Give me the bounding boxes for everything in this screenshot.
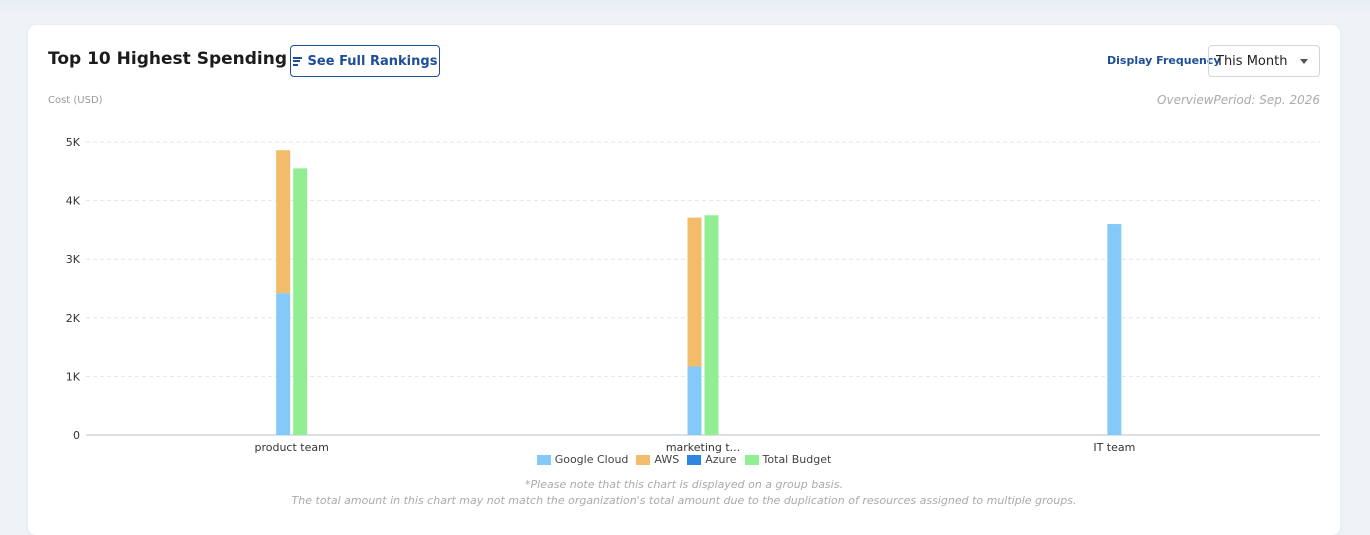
y-tick-label: 1K <box>66 370 81 383</box>
legend-label: AWS <box>654 453 680 466</box>
bar-total-budget <box>293 168 308 435</box>
top-strip <box>0 0 1370 18</box>
bar-google-cloud <box>687 366 702 435</box>
bar-google-cloud <box>276 293 291 435</box>
chart-note-line-1: *Please note that this chart is displaye… <box>525 478 843 491</box>
y-tick-label: 4K <box>66 195 81 208</box>
y-tick-label: 0 <box>73 429 80 442</box>
spending-chart-card: Top 10 Highest Spending Team See Full Ra… <box>28 25 1340 535</box>
legend-label: Azure <box>705 453 737 466</box>
bar-aws <box>276 150 291 294</box>
chart-legend: Google Cloud AWS Azure Total Budget <box>28 453 1340 466</box>
legend-label: Google Cloud <box>554 453 629 466</box>
y-tick-label: 5K <box>66 136 81 149</box>
legend-label: Total Budget <box>762 453 832 466</box>
y-tick-label: 3K <box>66 253 81 266</box>
legend-swatch <box>744 454 759 465</box>
legend-item[interactable]: Google Cloud <box>536 453 629 466</box>
bar-aws <box>687 217 702 367</box>
bar-total-budget <box>704 215 719 435</box>
legend-item[interactable]: AWS <box>636 453 679 466</box>
bar-chart: 01K2K3K4K5Kproduct team marketing t... IT … <box>66 136 1320 454</box>
chart-note-line-2: The total amount in this chart may not m… <box>291 494 1077 507</box>
legend-item[interactable]: Total Budget <box>744 453 832 466</box>
legend-swatch <box>636 454 651 465</box>
legend-swatch <box>536 454 551 465</box>
legend-item[interactable]: Azure <box>687 453 737 466</box>
legend-swatch <box>687 454 702 465</box>
y-tick-label: 2K <box>66 312 81 325</box>
bar-google-cloud <box>1107 224 1122 435</box>
